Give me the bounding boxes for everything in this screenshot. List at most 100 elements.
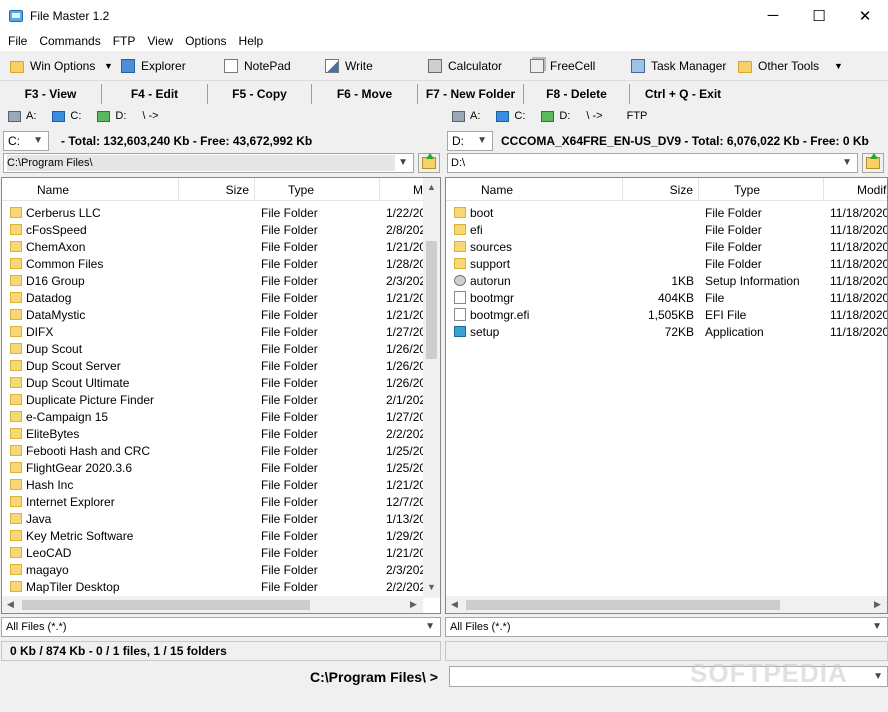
win-options-button[interactable]: Win Options <box>10 57 95 75</box>
menu-view[interactable]: View <box>141 34 179 48</box>
left-file-list[interactable]: Name Size Type Mo Cerberus LLC File Folde… <box>1 177 441 614</box>
table-row[interactable]: DataMystic File Folder 1/21/20 <box>2 306 425 323</box>
menu-commands[interactable]: Commands <box>33 34 106 48</box>
type-column-header[interactable]: Type <box>255 178 380 201</box>
close-button[interactable]: ✕ <box>842 0 888 31</box>
table-row[interactable]: e-Campaign 15 File Folder 1/27/20 <box>2 408 425 425</box>
left-vscroll-thumb[interactable] <box>426 241 437 359</box>
table-row[interactable]: Hash Inc File Folder 1/21/20 <box>2 476 425 493</box>
f8-delete-button[interactable]: F8 - Delete <box>524 84 630 104</box>
left-vertical-scrollbar[interactable]: ▲ ▼ <box>423 178 440 598</box>
table-row[interactable]: bootmgr.efi 1,505KB EFI File 11/18/2020 <box>446 306 887 323</box>
other-tools-dropdown[interactable]: ▼ <box>834 57 843 75</box>
folder-icon <box>10 547 22 558</box>
table-row[interactable]: boot File Folder 11/18/2020 <box>446 204 887 221</box>
table-row[interactable]: Duplicate Picture Finder File Folder 2/1/2… <box>2 391 425 408</box>
other-tools-button[interactable]: Other Tools <box>738 57 819 75</box>
menu-file[interactable]: File <box>0 34 33 48</box>
menu-options[interactable]: Options <box>179 34 232 48</box>
left-info-bar: C: ▼ - Total: 132,603,240 Kb - Free: 43,… <box>3 131 312 151</box>
left-horizontal-scrollbar[interactable]: ◀ ▶ <box>2 596 423 613</box>
exit-button[interactable]: Ctrl + Q - Exit <box>630 84 736 104</box>
right-hscroll-thumb[interactable] <box>466 600 780 610</box>
calculator-button[interactable]: Calculator <box>428 57 502 75</box>
scroll-right-icon[interactable]: ▶ <box>874 599 881 610</box>
ftp-button[interactable]: FTP <box>627 110 648 122</box>
drive-c-button[interactable]: C: <box>496 110 525 122</box>
name-column-header[interactable]: Name <box>446 178 623 201</box>
left-path-input[interactable]: C:\Program Files\ ▼ <box>3 153 414 173</box>
scroll-left-icon[interactable]: ◀ <box>7 599 14 610</box>
task-manager-button[interactable]: Task Manager <box>631 57 726 75</box>
network-button[interactable]: \ -> <box>142 110 158 122</box>
scroll-right-icon[interactable]: ▶ <box>410 599 417 610</box>
table-row[interactable]: Febooti Hash and CRC File Folder 1/25/20 <box>2 442 425 459</box>
scroll-up-icon[interactable]: ▲ <box>427 182 436 192</box>
right-horizontal-scrollbar[interactable]: ◀ ▶ <box>446 596 887 613</box>
table-row[interactable]: MapTiler Desktop File Folder 2/2/202 <box>2 578 425 595</box>
f6-move-button[interactable]: F6 - Move <box>312 84 418 104</box>
write-button[interactable]: Write <box>325 57 373 75</box>
type-column-header[interactable]: Type <box>699 178 824 201</box>
explorer-button[interactable]: Explorer <box>121 57 186 75</box>
table-row[interactable]: Key Metric Software File Folder 1/29/20 <box>2 527 425 544</box>
drive-a-button[interactable]: A: <box>8 110 36 122</box>
table-row[interactable]: autorun 1KB Setup Information 11/18/2020 <box>446 272 887 289</box>
scroll-down-icon[interactable]: ▼ <box>427 582 436 592</box>
table-row[interactable]: Dup Scout File Folder 1/26/20 <box>2 340 425 357</box>
table-row[interactable]: ChemAxon File Folder 1/21/20 <box>2 238 425 255</box>
file-type: Setup Information <box>705 273 800 288</box>
size-column-header[interactable]: Size <box>623 178 699 201</box>
table-row[interactable]: setup 72KB Application 11/18/2020 <box>446 323 887 340</box>
table-row[interactable]: sources File Folder 11/18/2020 <box>446 238 887 255</box>
notepad-button[interactable]: NotePad <box>224 57 291 75</box>
modified-column-header[interactable]: Modifi <box>824 178 887 201</box>
win-options-dropdown[interactable]: ▼ <box>104 57 113 75</box>
drive-c-button[interactable]: C: <box>52 110 81 122</box>
table-row[interactable]: LeoCAD File Folder 1/21/20 <box>2 544 425 561</box>
f3-view-button[interactable]: F3 - View <box>0 84 102 104</box>
f7-new-folder-button[interactable]: F7 - New Folder <box>418 84 524 104</box>
table-row[interactable]: EliteBytes File Folder 2/2/202 <box>2 425 425 442</box>
menu-ftp[interactable]: FTP <box>107 34 142 48</box>
left-hscroll-thumb[interactable] <box>22 600 310 610</box>
scroll-left-icon[interactable]: ◀ <box>451 599 458 610</box>
name-column-header[interactable]: Name <box>2 178 179 201</box>
table-row[interactable]: Internet Explorer File Folder 12/7/20 <box>2 493 425 510</box>
table-row[interactable]: cFosSpeed File Folder 2/8/202 <box>2 221 425 238</box>
drive-a-button[interactable]: A: <box>452 110 480 122</box>
drive-d-button[interactable]: D: <box>97 110 126 122</box>
right-up-folder-button[interactable] <box>862 153 884 173</box>
menu-help[interactable]: Help <box>233 34 270 48</box>
drive-c-label: C: <box>70 110 82 122</box>
table-row[interactable]: DIFX File Folder 1/27/20 <box>2 323 425 340</box>
size-column-header[interactable]: Size <box>179 178 255 201</box>
f5-copy-button[interactable]: F5 - Copy <box>208 84 312 104</box>
table-row[interactable]: Cerberus LLC File Folder 1/22/20 <box>2 204 425 221</box>
f4-edit-button[interactable]: F4 - Edit <box>102 84 208 104</box>
table-row[interactable]: Dup Scout Ultimate File Folder 1/26/20 <box>2 374 425 391</box>
right-drive-select[interactable]: D: ▼ <box>447 131 493 151</box>
folder-icon <box>10 360 22 371</box>
freecell-button[interactable]: FreeCell <box>530 57 595 75</box>
right-filter-select[interactable]: All Files (*.*) ▼ <box>445 617 888 637</box>
table-row[interactable]: D16 Group File Folder 2/3/202 <box>2 272 425 289</box>
table-row[interactable]: efi File Folder 11/18/2020 <box>446 221 887 238</box>
right-file-list[interactable]: Name Size Type Modifi boot File Folder 11/… <box>445 177 888 614</box>
network-button[interactable]: \ -> <box>586 110 602 122</box>
table-row[interactable]: Common Files File Folder 1/28/20 <box>2 255 425 272</box>
table-row[interactable]: FlightGear 2020.3.6 File Folder 1/25/20 <box>2 459 425 476</box>
table-row[interactable]: Datadog File Folder 1/21/20 <box>2 289 425 306</box>
left-drive-select[interactable]: C: ▼ <box>3 131 49 151</box>
table-row[interactable]: bootmgr 404KB File 11/18/2020 <box>446 289 887 306</box>
table-row[interactable]: Java File Folder 1/13/20 <box>2 510 425 527</box>
drive-d-button[interactable]: D: <box>541 110 570 122</box>
minimize-button[interactable]: ─ <box>750 0 796 31</box>
left-up-folder-button[interactable] <box>418 153 440 173</box>
table-row[interactable]: support File Folder 11/18/2020 <box>446 255 887 272</box>
left-filter-select[interactable]: All Files (*.*) ▼ <box>1 617 441 637</box>
table-row[interactable]: Dup Scout Server File Folder 1/26/20 <box>2 357 425 374</box>
table-row[interactable]: magayo File Folder 2/3/202 <box>2 561 425 578</box>
right-path-input[interactable]: D:\ ▼ <box>447 153 858 173</box>
maximize-button[interactable]: ☐ <box>796 0 842 31</box>
